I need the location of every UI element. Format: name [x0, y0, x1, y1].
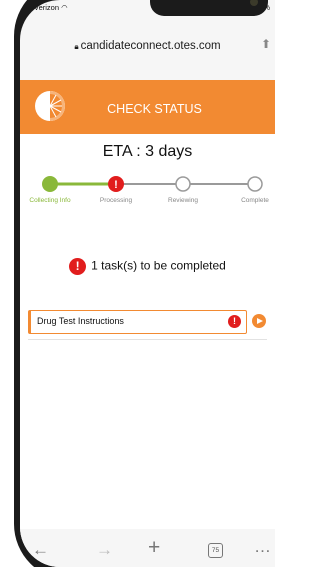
phone-notch	[150, 0, 268, 16]
step-label-reviewing: Reviewing	[168, 197, 198, 204]
browser-screen: Verizon ◠ 19% 🔒︎candidateconnect.otes.co…	[20, 0, 275, 567]
step-label-processing: Processing	[99, 197, 133, 204]
divider	[28, 339, 267, 340]
more-icon[interactable]: …	[254, 537, 271, 557]
alert-icon: !	[69, 258, 87, 275]
share-icon[interactable]: ⬆︎	[261, 37, 271, 51]
step-dot-complete	[247, 176, 263, 192]
address-bar[interactable]: 🔒︎ candidateconnect.otes.com ⬆︎	[20, 28, 275, 58]
wifi-icon: ◠	[61, 3, 68, 12]
step-label-complete: Complete	[241, 197, 269, 204]
task-accent	[29, 311, 31, 333]
lock-icon: 🔒︎	[74, 42, 79, 51]
task-label: Drug Test Instructions	[37, 316, 124, 326]
step-dot-collecting-info	[42, 176, 58, 192]
tasks-summary: ! 1 task(s) to be completed	[20, 258, 275, 275]
url-text[interactable]: 🔒︎ candidateconnect.otes.com	[20, 40, 275, 52]
camera-icon	[250, 0, 258, 6]
plus-icon[interactable]: +	[148, 536, 160, 560]
page-header: CHECK STATUS	[20, 80, 275, 134]
alert-icon: !	[228, 315, 241, 328]
eta-label: ETA : 3 days	[102, 143, 193, 160]
phone-screen: Verizon ◠ 19% 🔒︎candidateconnect.otes.co…	[0, 0, 275, 567]
tab-count-icon[interactable]: 75	[208, 543, 223, 558]
progress-tracker: ! Collecting Info Processing Reviewing C…	[20, 174, 275, 214]
back-arrow-icon[interactable]: ←	[32, 540, 49, 560]
carrier-label: Verizon ◠	[34, 3, 68, 12]
play-arrow-icon[interactable]	[252, 314, 266, 328]
step-dot-reviewing	[175, 176, 191, 192]
status-content: ETA : 3 days ! Collecting Info Processin…	[20, 134, 275, 529]
page-title: CHECK STATUS	[107, 102, 202, 116]
svg-text:!: !	[114, 179, 118, 191]
step-label-collecting-info: Collecting Info	[29, 197, 71, 204]
forward-arrow-icon[interactable]: →	[96, 540, 113, 560]
browser-toolbar: ← → + 75 …	[20, 529, 275, 567]
task-item[interactable]: Drug Test Instructions !	[28, 310, 247, 334]
